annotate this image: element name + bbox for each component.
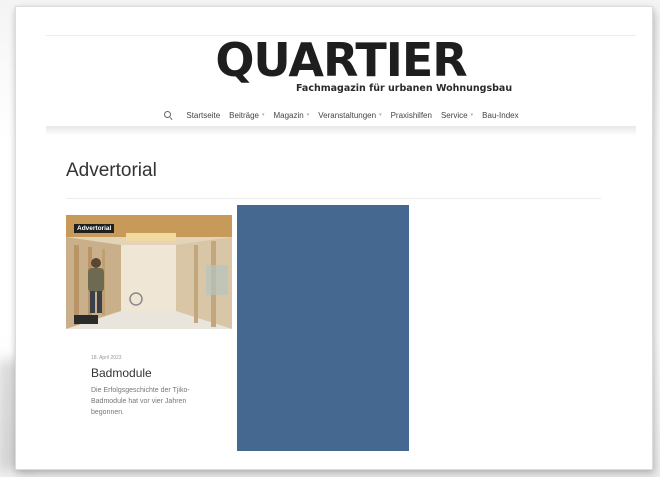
main-nav: Startseite Beiträge ▾ Magazin ▾ Veransta… <box>46 108 636 122</box>
nav-item-label: Startseite <box>186 110 221 120</box>
nav-item-service[interactable]: Service ▾ <box>441 111 473 120</box>
nav-item-praxishilfen[interactable]: Praxishilfen <box>391 111 432 120</box>
chevron-down-icon: ▾ <box>379 112 382 118</box>
chevron-down-icon: ▾ <box>261 112 265 118</box>
logo-tagline: Fachmagazin für urbanen Wohnungsbau <box>296 83 513 94</box>
nav-item-startseite[interactable]: Startseite <box>186 111 220 120</box>
title-divider <box>66 198 601 199</box>
nav-item-label: Veranstaltungen <box>318 110 377 120</box>
ad-block[interactable] <box>237 205 409 451</box>
nav-item-label: Beiträge <box>229 110 259 120</box>
search-icon[interactable] <box>163 110 173 120</box>
nav-item-bau-index[interactable]: Bau-Index <box>482 111 518 120</box>
nav-item-label: Praxishilfen <box>390 110 432 120</box>
article-title[interactable]: Badmodule <box>91 366 232 380</box>
nav-item-magazin[interactable]: Magazin ▾ <box>273 111 309 120</box>
article-card[interactable]: Advertorial 18. April 2023 Badmodule Die… <box>66 215 232 455</box>
article-body: 18. April 2023 Badmodule Die Erfolgsgesc… <box>66 329 232 418</box>
article-image[interactable]: Advertorial <box>66 215 232 329</box>
chevron-down-icon: ▾ <box>470 112 474 118</box>
header-shadow <box>46 126 636 136</box>
logo-wordmark[interactable]: QUARTIER <box>215 37 467 83</box>
article-date: 18. April 2023 <box>91 355 122 361</box>
screenshot-stage: QUARTIER Fachmagazin für urbanen Wohnung… <box>0 0 660 477</box>
category-badge[interactable]: Advertorial <box>74 224 115 233</box>
browser-frame: QUARTIER Fachmagazin für urbanen Wohnung… <box>15 6 653 470</box>
chevron-down-icon: ▾ <box>306 112 310 118</box>
nav-item-veranstaltungen[interactable]: Veranstaltungen ▾ <box>318 111 381 120</box>
nav-item-label: Magazin <box>273 110 304 120</box>
article-excerpt: Die Erfolgsgeschichte der Tjiko-Badmodul… <box>91 387 190 416</box>
nav-item-beitraege[interactable]: Beiträge ▾ <box>229 111 264 120</box>
site-logo[interactable]: QUARTIER <box>46 37 636 83</box>
page-title: Advertorial <box>66 160 157 181</box>
page: QUARTIER Fachmagazin für urbanen Wohnung… <box>46 7 636 469</box>
nav-item-label: Bau-Index <box>482 110 519 120</box>
nav-item-label: Service <box>440 110 468 120</box>
